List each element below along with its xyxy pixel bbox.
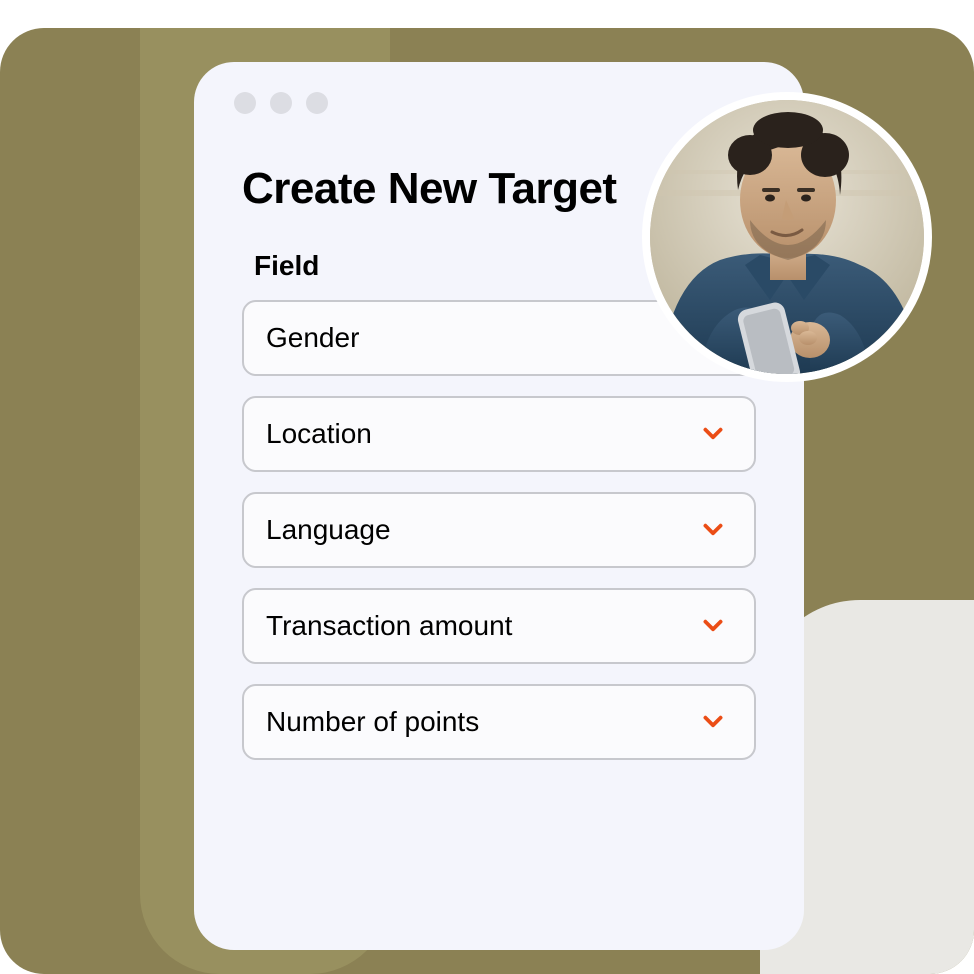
dropdown-label: Language <box>266 514 391 546</box>
dropdown-label: Location <box>266 418 372 450</box>
window-controls <box>194 92 804 114</box>
dropdown-label: Gender <box>266 322 359 354</box>
avatar <box>642 92 932 382</box>
dropdown-label: Number of points <box>266 706 479 738</box>
chevron-down-icon <box>700 613 726 639</box>
dropdown-list: Gender Location Language Transaction amo… <box>194 300 804 760</box>
window-dot-icon <box>270 92 292 114</box>
window-dot-icon <box>234 92 256 114</box>
dropdown-language[interactable]: Language <box>242 492 756 568</box>
dropdown-label: Transaction amount <box>266 610 512 642</box>
dropdown-number-of-points[interactable]: Number of points <box>242 684 756 760</box>
dropdown-location[interactable]: Location <box>242 396 756 472</box>
chevron-down-icon <box>700 517 726 543</box>
chevron-down-icon <box>700 709 726 735</box>
chevron-down-icon <box>700 421 726 447</box>
dropdown-transaction-amount[interactable]: Transaction amount <box>242 588 756 664</box>
window-dot-icon <box>306 92 328 114</box>
